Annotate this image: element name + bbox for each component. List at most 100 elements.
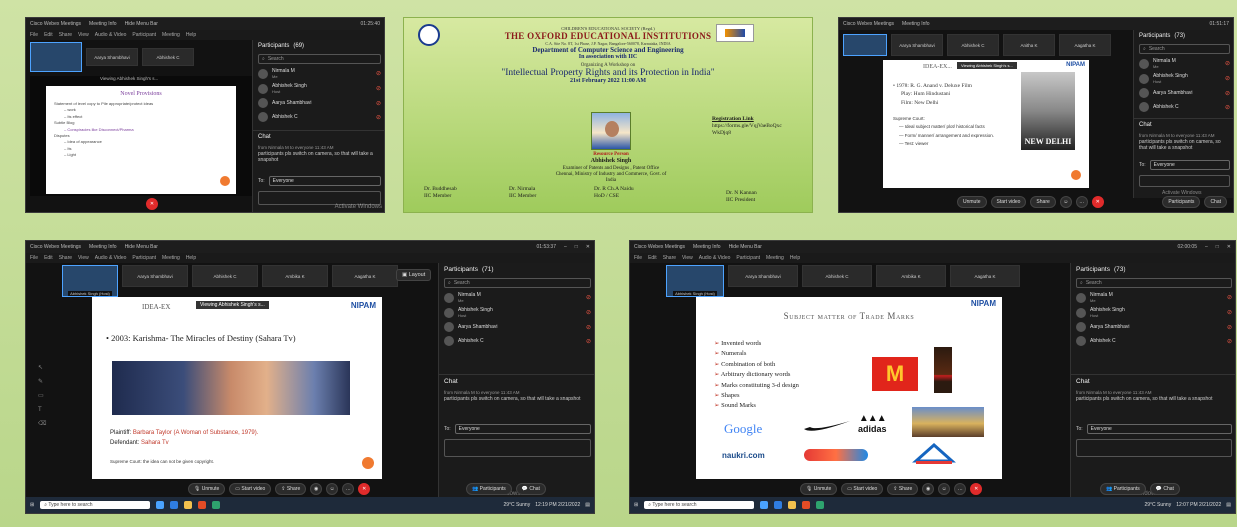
webex-taskbar-icon[interactable] <box>212 501 221 509</box>
mic-muted-icon[interactable]: ⊘ <box>1227 294 1232 301</box>
menu-help[interactable]: Help <box>790 255 800 261</box>
mic-muted-icon[interactable]: ⊘ <box>1227 338 1232 345</box>
menu-view[interactable]: View <box>78 32 89 38</box>
participant-row[interactable]: Aarya Shambhavi ⊘ <box>253 96 384 110</box>
chat-input[interactable] <box>258 190 381 205</box>
hide-menu-button[interactable]: Hide Menu Bar <box>125 244 158 250</box>
participant-row[interactable]: Aarya Shambhavi ⊘ <box>439 320 594 334</box>
clock[interactable]: 12:07 PM 2/21/2022 <box>1176 502 1221 508</box>
weather-widget[interactable]: 29°C Sunny <box>503 502 530 508</box>
thumb-1[interactable]: Aarya Shambhavi <box>891 34 943 56</box>
unmute-button[interactable]: 🎙 Unmute <box>800 483 838 495</box>
thumb-1[interactable]: Aarya Shambhavi <box>728 265 798 287</box>
mic-muted-icon[interactable]: ⊘ <box>586 309 591 316</box>
share-button[interactable]: Share <box>1030 196 1056 208</box>
menu-participant[interactable]: Participant <box>132 255 156 261</box>
chat-input[interactable] <box>1139 174 1230 187</box>
participant-row[interactable]: Abhishek Singh Host ⊘ <box>253 81 384 96</box>
meeting-info-button[interactable]: Meeting Info <box>89 21 117 27</box>
thumb-4[interactable]: Aagatha K <box>332 265 398 287</box>
participant-row[interactable]: Nirmala M Me ⊘ <box>253 66 384 81</box>
participant-row[interactable]: Abhishek C ⊘ <box>1071 334 1235 348</box>
mic-muted-icon[interactable]: ⊘ <box>376 100 381 107</box>
unmute-button[interactable]: Unmute <box>957 196 987 208</box>
clock[interactable]: 12:19 PM 2/21/2022 <box>535 502 580 508</box>
participants-search[interactable]: ⌕ Search <box>1076 278 1232 288</box>
recipient-select[interactable]: Everyone <box>268 175 381 186</box>
meeting-info-button[interactable]: Meeting Info <box>693 244 721 250</box>
taskbar-search[interactable]: ⌕ Type here to search <box>644 501 755 509</box>
mic-muted-icon[interactable]: ⊘ <box>1227 324 1232 331</box>
thumb-4[interactable]: Aagatha K <box>950 265 1020 287</box>
participant-row[interactable]: Aarya Shambhavi ⊘ <box>1071 320 1235 334</box>
mic-muted-icon[interactable]: ⊘ <box>1225 75 1230 82</box>
reactions-button[interactable]: ☺ <box>938 483 951 495</box>
thumb-aarya[interactable]: Aarya Shambhavi <box>86 48 138 66</box>
record-button[interactable]: ◉ <box>922 483 935 495</box>
mic-muted-icon[interactable]: ⊘ <box>376 70 381 77</box>
thumb-abhishek-c[interactable]: Abhishek C <box>142 48 194 66</box>
self-video-thumbnail[interactable]: Abhishek Singh (Host) <box>666 265 724 297</box>
mic-muted-icon[interactable]: ⊘ <box>1225 90 1230 97</box>
close-button[interactable]: ✕ <box>586 244 590 250</box>
reactions-button[interactable]: ☺ <box>1059 196 1072 208</box>
edge-icon[interactable] <box>774 501 783 509</box>
close-button[interactable]: ✕ <box>1227 244 1231 250</box>
mic-muted-icon[interactable]: ⊘ <box>376 85 381 92</box>
chrome-icon[interactable] <box>198 501 207 509</box>
self-video-thumbnail[interactable] <box>843 34 887 56</box>
meeting-info-button[interactable]: Meeting Info <box>89 244 117 250</box>
participant-row[interactable]: Abhishek Singh Host ⊘ <box>1071 305 1235 320</box>
chat-button[interactable]: 💬 Chat <box>1149 483 1180 495</box>
file-explorer-icon[interactable] <box>788 501 797 509</box>
menu-meeting[interactable]: Meeting <box>766 255 784 261</box>
share-button[interactable]: ⇪ Share <box>887 483 919 495</box>
chat-input[interactable] <box>1076 439 1232 458</box>
participant-row[interactable]: Nirmala M Me ⊘ <box>1071 290 1235 305</box>
menu-edit[interactable]: Edit <box>44 32 53 38</box>
share-button[interactable]: ⇪ Share <box>275 483 307 495</box>
menu-file[interactable]: File <box>30 255 38 261</box>
edge-icon[interactable] <box>170 501 179 509</box>
menu-share[interactable]: Share <box>59 255 72 261</box>
end-call-button[interactable]: ✕ <box>1091 196 1104 208</box>
menu-edit[interactable]: Edit <box>44 255 53 261</box>
meeting-info-button[interactable]: Meeting Info <box>902 21 930 27</box>
file-explorer-icon[interactable] <box>184 501 193 509</box>
menu-meeting[interactable]: Meeting <box>162 32 180 38</box>
thumb-4[interactable]: Aagatha K <box>1059 34 1111 56</box>
menu-audio-video[interactable]: Audio & Video <box>699 255 731 261</box>
end-call-button[interactable]: ✕ <box>970 483 983 495</box>
mic-muted-icon[interactable]: ⊘ <box>1225 104 1230 111</box>
menu-help[interactable]: Help <box>186 32 196 38</box>
menu-audio-video[interactable]: Audio & Video <box>95 255 127 261</box>
participants-search[interactable]: ⌕ Search <box>444 278 591 288</box>
thumb-2[interactable]: Abhishek C <box>802 265 872 287</box>
taskbar-search[interactable]: ⌕ Type here to search <box>40 501 151 509</box>
unmute-button[interactable]: 🎙 Unmute <box>188 483 226 495</box>
more-options-button[interactable]: … <box>1075 196 1088 208</box>
thumb-3[interactable]: Anitha K <box>1003 34 1055 56</box>
menu-share[interactable]: Share <box>59 32 72 38</box>
participant-row[interactable]: Abhishek C ⊘ <box>1134 100 1233 114</box>
mic-muted-icon[interactable]: ⊘ <box>586 338 591 345</box>
recipient-select[interactable]: Everyone <box>1149 159 1230 170</box>
mic-muted-icon[interactable]: ⊘ <box>376 114 381 121</box>
participant-row[interactable]: Abhishek Singh Host ⊘ <box>1134 71 1233 86</box>
participant-row[interactable]: Abhishek C ⊘ <box>253 110 384 124</box>
task-view-icon[interactable] <box>760 501 769 509</box>
recipient-select[interactable]: Everyone <box>1086 424 1232 435</box>
chat-button[interactable]: Chat <box>1204 196 1227 208</box>
more-options-button[interactable]: … <box>342 483 355 495</box>
self-video-thumbnail[interactable] <box>30 42 82 72</box>
participants-button[interactable]: 👥 Participants <box>1100 483 1146 495</box>
menu-meeting[interactable]: Meeting <box>162 255 180 261</box>
menu-file[interactable]: File <box>634 255 642 261</box>
chat-input[interactable] <box>444 439 591 458</box>
participant-row[interactable]: Nirmala M Me ⊘ <box>1134 56 1233 71</box>
mic-muted-icon[interactable]: ⊘ <box>1225 60 1230 67</box>
mic-muted-icon[interactable]: ⊘ <box>586 324 591 331</box>
maximize-button[interactable]: □ <box>1216 244 1219 250</box>
participants-search[interactable]: ⌕ Search <box>258 54 381 64</box>
thumb-3[interactable]: Ambika K <box>262 265 328 287</box>
